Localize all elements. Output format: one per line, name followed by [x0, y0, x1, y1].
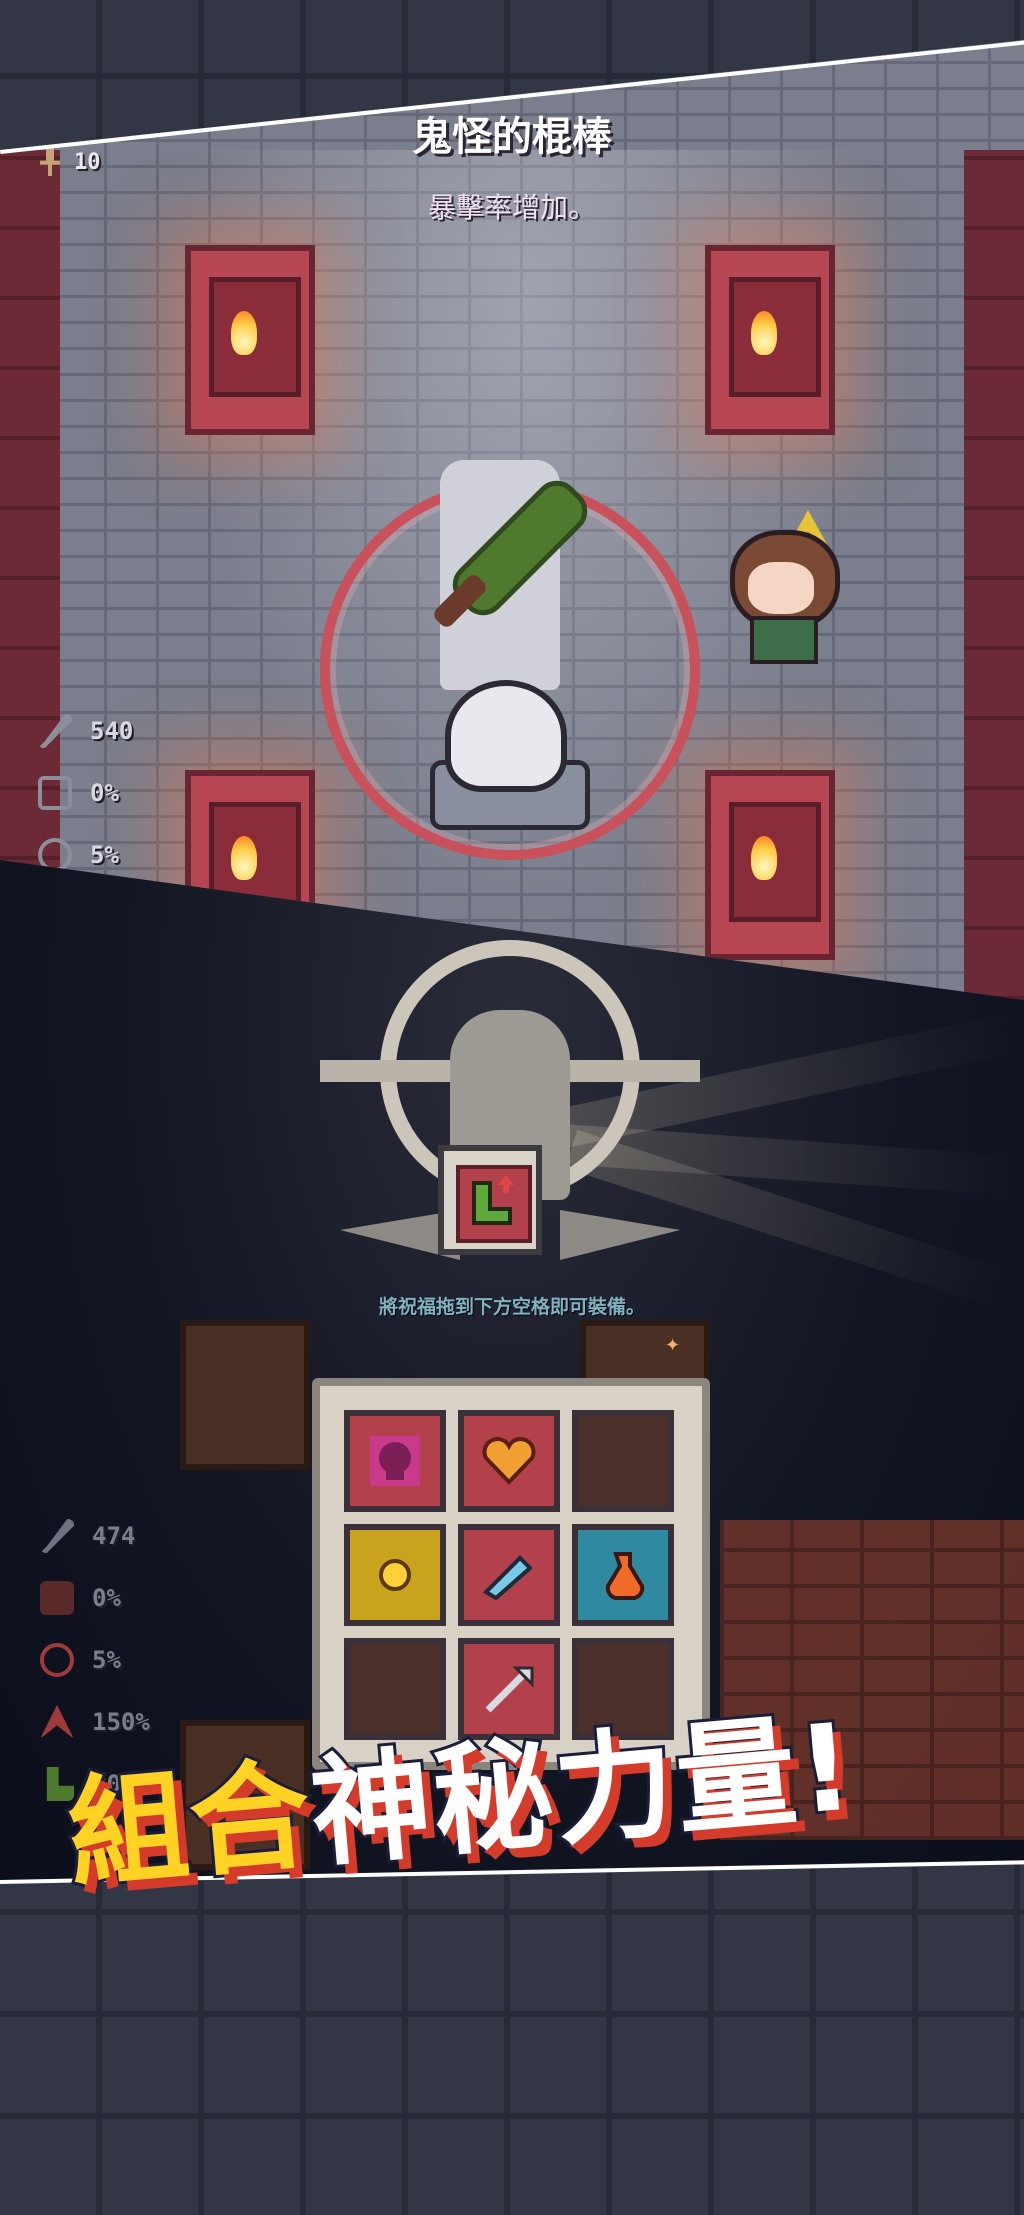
slogan-part2: 神秘力量! — [303, 1695, 864, 1887]
grid-slot[interactable] — [344, 1410, 446, 1512]
torch-pillar — [705, 770, 835, 960]
crystal-sword-icon — [482, 1555, 533, 1601]
grid-slot[interactable] — [344, 1524, 446, 1626]
stat-value: 0% — [90, 779, 119, 807]
stat-value: 0% — [92, 1584, 121, 1612]
skull-icon — [370, 1436, 420, 1486]
flame-icon — [231, 311, 257, 355]
flame-icon — [751, 836, 777, 880]
crosshair-icon — [40, 1643, 74, 1677]
item-description: 暴擊率增加。 — [427, 191, 596, 224]
sword-icon — [38, 714, 72, 748]
right-wall — [964, 150, 1024, 1000]
player-character — [445, 680, 567, 792]
stat-value: 5% — [90, 841, 119, 869]
sword-icon — [40, 1519, 74, 1553]
flame-icon — [231, 836, 257, 880]
claw-icon — [40, 1705, 74, 1739]
stat-attack: 540 — [38, 700, 133, 762]
boot-icon — [472, 1175, 514, 1225]
shield-icon — [40, 1581, 74, 1615]
bookshelf — [180, 1320, 310, 1470]
shield-icon — [38, 776, 72, 810]
slogan-part1: 組合 — [60, 1743, 321, 1909]
flame-icon — [751, 311, 777, 355]
npc-girl[interactable] — [720, 510, 840, 664]
grid-slot-empty[interactable] — [572, 1410, 674, 1512]
drag-hint: 將祝福拖到下方空格即可裝備。 — [378, 1296, 645, 1318]
stat-value: 474 — [92, 1522, 136, 1550]
stat-value: 540 — [90, 717, 134, 745]
stat-value: 5% — [92, 1646, 121, 1674]
grid-slot[interactable] — [458, 1410, 560, 1512]
heart-icon — [482, 1437, 536, 1485]
stat-attack: 474 — [40, 1505, 150, 1567]
sun-icon — [379, 1559, 411, 1591]
grid-slot[interactable] — [572, 1524, 674, 1626]
stat-crit: 5% — [40, 1629, 150, 1691]
potion-icon — [605, 1552, 645, 1600]
torch-pillar — [185, 245, 315, 435]
stat-defense: 0% — [38, 762, 133, 824]
torch-pillar — [705, 245, 835, 435]
spark-icon: ✦ — [665, 1335, 681, 1356]
grid-slot[interactable] — [458, 1524, 560, 1626]
blessing-slot[interactable] — [438, 1145, 542, 1255]
stat-defense: 0% — [40, 1567, 150, 1629]
